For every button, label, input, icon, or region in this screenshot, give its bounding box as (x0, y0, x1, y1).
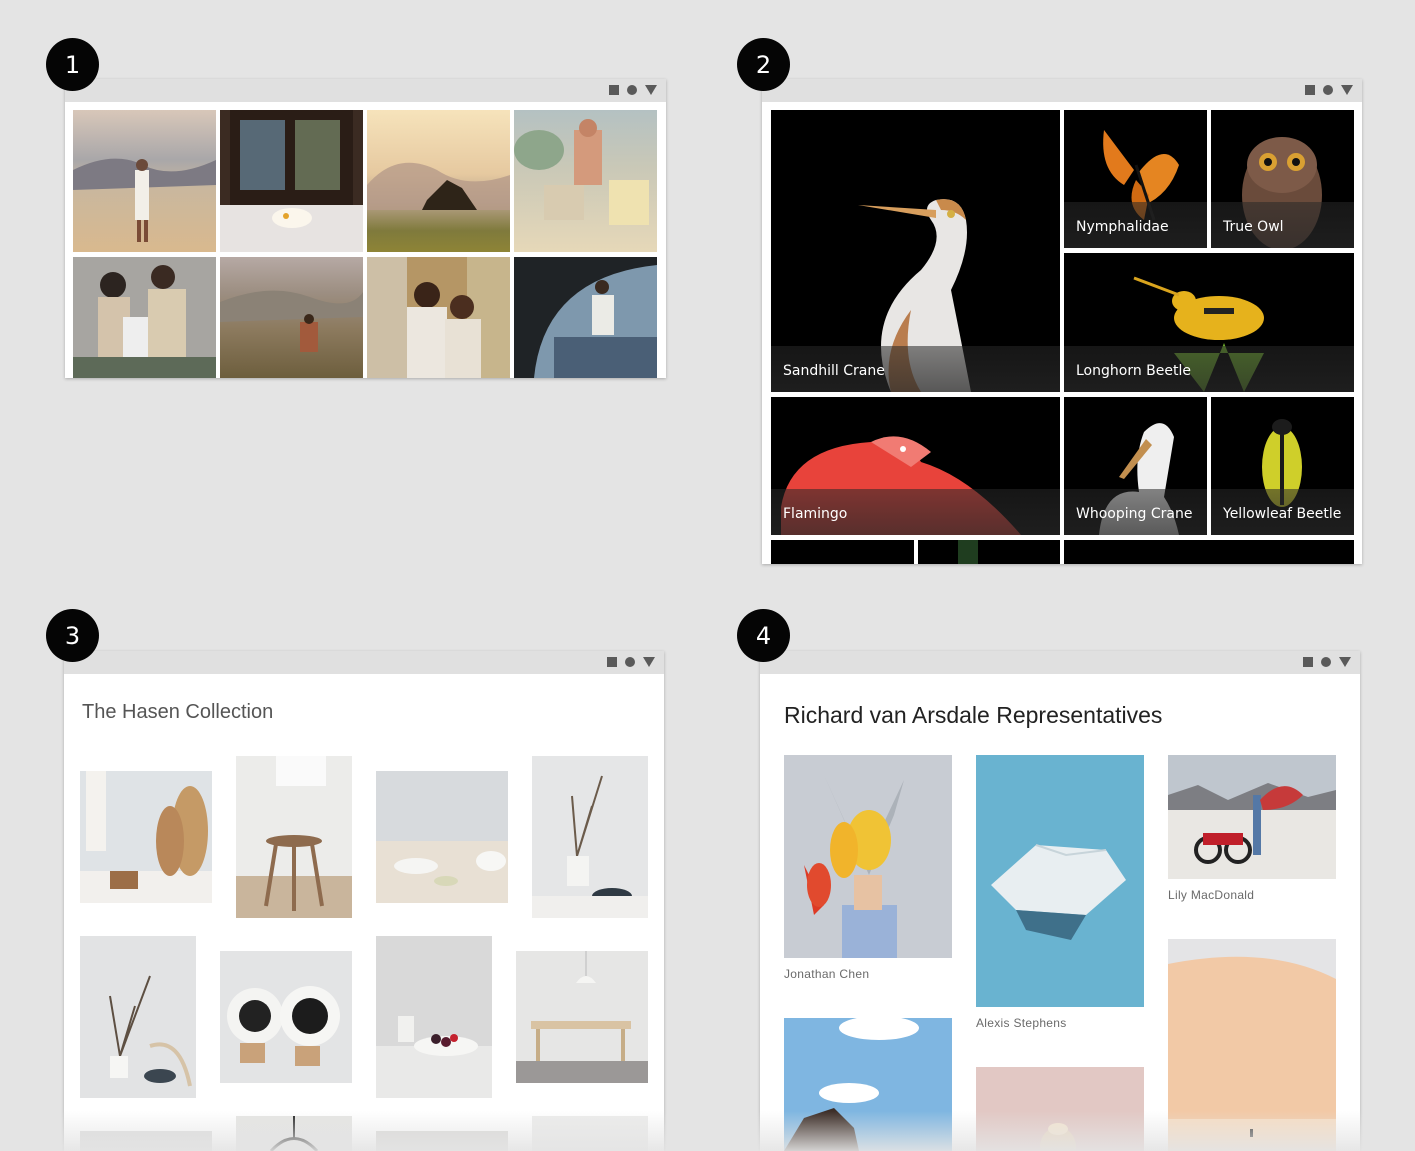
gallery-tile-nymphalidae[interactable]: Nymphalidae (1064, 110, 1207, 248)
square-icon[interactable] (1305, 85, 1315, 95)
gallery-tile-sandhill-crane[interactable]: Sandhill Crane (771, 110, 1060, 392)
tile-caption: Nymphalidae (1076, 219, 1169, 235)
tile-caption: Flamingo (783, 506, 848, 522)
square-icon[interactable] (609, 85, 619, 95)
triangle-icon[interactable] (645, 85, 657, 95)
square-icon[interactable] (607, 657, 617, 667)
photographer-name[interactable]: Lily MacDonald (1168, 888, 1254, 902)
representatives-window: Richard van Arsdale Representatives Jona… (760, 651, 1360, 1151)
step-badge-3: 3 (46, 609, 99, 662)
product-image[interactable] (516, 951, 648, 1083)
tile-caption: Sandhill Crane (783, 363, 885, 379)
gallery-tile-yellowleaf-beetle[interactable]: Yellowleaf Beetle (1211, 397, 1354, 535)
photo-thumbnail[interactable] (367, 257, 510, 378)
circle-icon[interactable] (1321, 657, 1331, 667)
circle-icon[interactable] (1323, 85, 1333, 95)
triangle-icon[interactable] (1339, 657, 1351, 667)
circle-icon[interactable] (625, 657, 635, 667)
product-image[interactable] (236, 756, 352, 918)
product-image[interactable] (80, 936, 196, 1098)
tile-caption: Whooping Crane (1076, 506, 1193, 522)
window-titlebar (65, 79, 666, 102)
portfolio-image[interactable] (1168, 755, 1336, 879)
collection-window: The Hasen Collection (64, 651, 664, 1151)
product-image[interactable] (532, 756, 648, 918)
window-titlebar (762, 79, 1362, 102)
tile-caption: Yellowleaf Beetle (1223, 506, 1342, 522)
photo-grid-window (65, 79, 666, 378)
step-badge-2: 2 (737, 38, 790, 91)
bottom-fade (0, 1111, 1415, 1151)
page-title: Richard van Arsdale Representatives (784, 702, 1163, 728)
step-badge-1: 1 (46, 38, 99, 91)
product-image[interactable] (376, 771, 508, 903)
square-icon[interactable] (1303, 657, 1313, 667)
gallery-tile-true-owl[interactable]: True Owl (1211, 110, 1354, 248)
product-image[interactable] (220, 951, 352, 1083)
gallery-tile-whooping-crane[interactable]: Whooping Crane (1064, 397, 1207, 535)
triangle-icon[interactable] (643, 657, 655, 667)
photo-thumbnail[interactable] (220, 257, 363, 378)
product-image[interactable] (376, 936, 492, 1098)
photo-thumbnail[interactable] (220, 110, 363, 252)
photo-thumbnail[interactable] (73, 110, 216, 252)
photo-thumbnail[interactable] (514, 257, 657, 378)
photo-thumbnail[interactable] (73, 257, 216, 378)
portfolio-image[interactable] (976, 755, 1144, 1007)
page-title: The Hasen Collection (82, 701, 274, 723)
gallery-tile-flamingo[interactable]: Flamingo (771, 397, 1060, 535)
photographer-name[interactable]: Jonathan Chen (784, 967, 869, 981)
gallery-tile[interactable] (771, 540, 914, 564)
window-titlebar (760, 651, 1360, 674)
product-image[interactable] (80, 771, 212, 903)
gallery-tile[interactable] (1064, 540, 1354, 564)
circle-icon[interactable] (627, 85, 637, 95)
photo-thumbnail[interactable] (367, 110, 510, 252)
tile-caption: Longhorn Beetle (1076, 363, 1191, 379)
gallery-tile-longhorn-beetle[interactable]: Longhorn Beetle (1064, 253, 1354, 392)
step-badge-4: 4 (737, 609, 790, 662)
tile-caption: True Owl (1223, 219, 1284, 235)
species-gallery-window: Sandhill Crane Nymphalidae True Owl Long… (762, 79, 1362, 564)
photographer-name[interactable]: Alexis Stephens (976, 1016, 1067, 1030)
portfolio-image[interactable] (784, 755, 952, 958)
window-titlebar (64, 651, 664, 674)
triangle-icon[interactable] (1341, 85, 1353, 95)
photo-thumbnail[interactable] (514, 110, 657, 252)
gallery-tile[interactable] (918, 540, 1060, 564)
